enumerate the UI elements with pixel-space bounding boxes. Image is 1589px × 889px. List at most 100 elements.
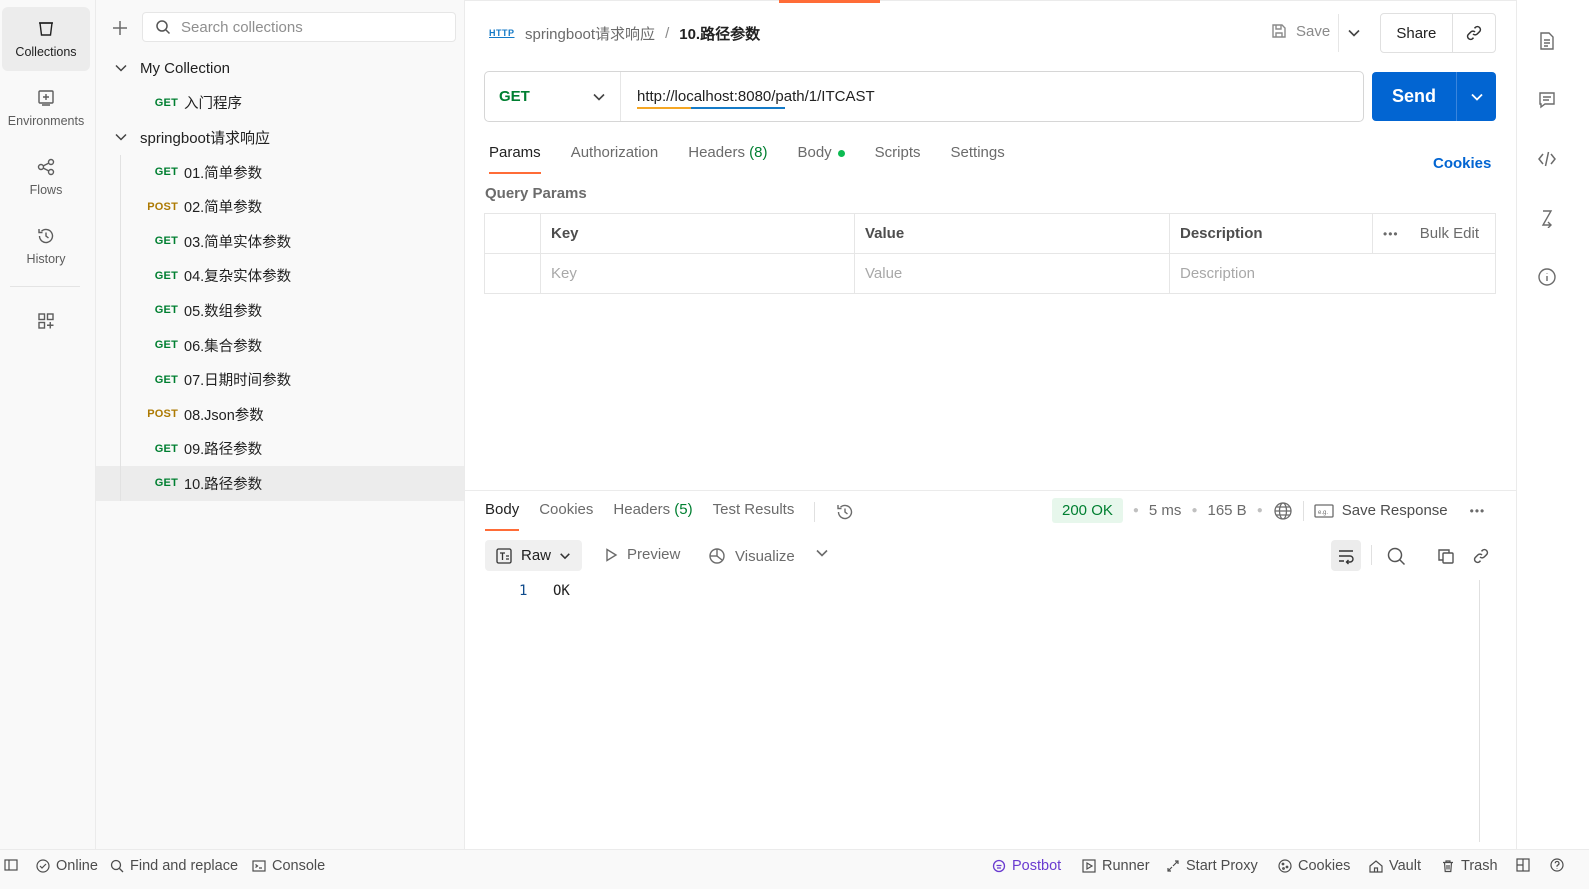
trash-button[interactable]: Trash <box>1441 858 1498 874</box>
cookies-button[interactable]: Cookies <box>1278 858 1350 874</box>
save-response-button[interactable]: e.g. Save Response <box>1314 502 1448 519</box>
preview-button[interactable]: Preview <box>603 546 680 563</box>
request-item[interactable]: GET 07.日期时间参数 <box>96 362 464 397</box>
view-mode-select[interactable]: Raw <box>485 540 582 571</box>
visualize-button[interactable]: Visualize <box>707 546 795 566</box>
method-select[interactable]: GET <box>485 72 621 121</box>
history-icon[interactable] <box>835 502 855 522</box>
bulk-edit-button[interactable]: Bulk Edit <box>1420 225 1479 242</box>
request-item[interactable]: GET 05.数组参数 <box>96 293 464 328</box>
collection-springboot[interactable]: springboot请求响应 <box>96 120 464 155</box>
comments-button[interactable] <box>1535 88 1559 112</box>
breadcrumb-current[interactable]: 10.路径参数 <box>679 23 760 44</box>
cookies-link[interactable]: Cookies <box>1433 155 1491 172</box>
globe-icon[interactable] <box>1273 501 1293 521</box>
trash-icon <box>1443 860 1453 873</box>
postbot-label: Postbot <box>1012 858 1062 874</box>
new-collection-button[interactable] <box>106 14 134 42</box>
status-badge[interactable]: 200 OK <box>1052 498 1123 523</box>
url-input[interactable]: http://localhost:8080/path/1/ITCAST <box>621 88 875 109</box>
rail-collections[interactable]: Collections <box>2 7 90 71</box>
find-replace-button[interactable]: Find and replace <box>110 858 238 874</box>
wrap-lines-button[interactable] <box>1331 540 1361 571</box>
vault-button[interactable]: Vault <box>1369 858 1421 874</box>
method-badge: GET <box>154 373 178 386</box>
copy-response-button[interactable] <box>1431 540 1461 571</box>
online-status[interactable]: Online <box>36 858 98 874</box>
send-options-button[interactable] <box>1456 72 1496 121</box>
view-mode-value: Raw <box>521 547 552 564</box>
chevron-down-icon <box>560 552 570 559</box>
key-input[interactable]: Key <box>540 253 855 294</box>
console-button[interactable]: Console <box>252 858 325 874</box>
response-body-text[interactable]: OK <box>553 583 570 599</box>
divider <box>1371 545 1372 565</box>
response-size[interactable]: 165 B <box>1207 502 1246 519</box>
toggle-sidebar-button[interactable] <box>4 858 18 872</box>
request-item[interactable]: POST 02.简单参数 <box>96 189 464 224</box>
tab-scripts[interactable]: Scripts <box>875 144 921 174</box>
link-response-button[interactable] <box>1466 540 1496 571</box>
response-time[interactable]: 5 ms <box>1149 502 1182 519</box>
info-button[interactable] <box>1535 265 1559 289</box>
collection-my-collection[interactable]: My Collection <box>96 51 464 86</box>
resp-tab-headers[interactable]: Headers (5) <box>613 501 692 531</box>
save-options-button[interactable] <box>1338 14 1368 52</box>
request-name: 09.路径参数 <box>184 442 263 459</box>
method-value: GET <box>499 88 530 105</box>
tab-settings[interactable]: Settings <box>951 144 1005 174</box>
url-value: http://localhost:8080/path/1/ITCAST <box>637 88 875 105</box>
search-response-button[interactable] <box>1381 540 1411 571</box>
method-badge: GET <box>154 477 178 490</box>
request-item[interactable]: GET 01.简单参数 <box>96 154 464 190</box>
request-item[interactable]: GET 09.路径参数 <box>96 431 464 467</box>
request-item[interactable]: GET 03.简单实体参数 <box>96 223 464 259</box>
search-input[interactable] <box>181 18 441 36</box>
method-badge: GET <box>154 269 178 282</box>
layout-icon <box>1516 858 1530 872</box>
separator-dot: ● <box>1256 505 1263 516</box>
more-options-icon[interactable]: ••• <box>1470 504 1486 518</box>
rail-history[interactable]: History <box>2 214 90 278</box>
value-input[interactable]: Value <box>854 253 1170 294</box>
resp-tab-cookies[interactable]: Cookies <box>539 501 593 531</box>
visualize-icon <box>709 548 725 564</box>
query-params-table: Key Value Description ••• Bulk Edit Key … <box>484 213 1496 294</box>
postbot-button[interactable]: Postbot <box>992 858 1061 874</box>
request-item[interactable]: GET 06.集合参数 <box>96 327 464 363</box>
more-options-icon[interactable]: ••• <box>1383 227 1399 241</box>
rail-add-workspace-items[interactable] <box>2 290 90 352</box>
tab-headers[interactable]: Headers (8) <box>688 144 767 174</box>
code-button[interactable] <box>1535 147 1559 171</box>
documentation-button[interactable] <box>1535 29 1559 53</box>
related-collections-button[interactable] <box>1535 206 1559 230</box>
rail-environments[interactable]: Environments <box>2 76 90 140</box>
visualize-options-button[interactable] <box>815 546 829 560</box>
share-button[interactable]: Share <box>1381 25 1452 42</box>
resp-tab-body[interactable]: Body <box>485 501 520 531</box>
runner-button[interactable]: Runner <box>1082 858 1150 874</box>
tab-authorization[interactable]: Authorization <box>571 144 659 174</box>
request-item-selected[interactable]: GET 10.路径参数 <box>96 466 464 501</box>
description-input[interactable]: Description <box>1169 253 1496 294</box>
response-divider[interactable] <box>465 490 1516 491</box>
breadcrumb: HTTP springboot请求响应 / 10.路径参数 <box>489 22 760 44</box>
help-button[interactable] <box>1550 858 1564 872</box>
text-format-icon <box>496 547 512 564</box>
save-button[interactable]: Save <box>1270 22 1330 40</box>
divider <box>814 502 816 522</box>
request-item[interactable]: GET 04.复杂实体参数 <box>96 258 464 294</box>
rail-flows[interactable]: Flows <box>2 145 90 209</box>
editor-scrollbar[interactable] <box>1479 580 1480 842</box>
send-button[interactable]: Send <box>1372 86 1456 107</box>
layout-toggle-button[interactable] <box>1516 858 1530 872</box>
copy-link-button[interactable] <box>1451 14 1495 52</box>
tab-body[interactable]: Body <box>797 144 845 174</box>
breadcrumb-parent[interactable]: springboot请求响应 <box>525 23 655 44</box>
start-proxy-button[interactable]: Start Proxy <box>1166 858 1258 874</box>
resp-tab-test-results[interactable]: Test Results <box>713 501 795 531</box>
request-item[interactable]: POST 08.Json参数 <box>96 396 464 432</box>
tab-params[interactable]: Params <box>489 144 541 174</box>
request-item[interactable]: GET 入门程序 <box>96 86 464 121</box>
search-collections[interactable] <box>142 12 456 42</box>
